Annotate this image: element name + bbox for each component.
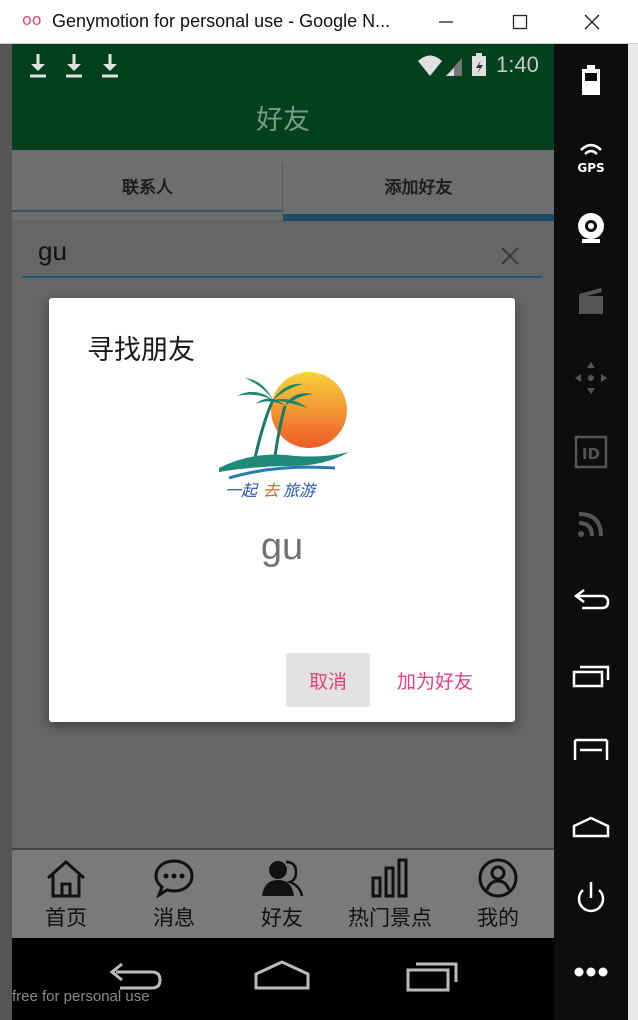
nav-label-home: 首页 (45, 906, 87, 930)
rss-widget-button[interactable] (554, 494, 628, 554)
add-friend-button[interactable]: 加为好友 (383, 653, 487, 707)
svg-text:一起: 一起 (225, 481, 259, 500)
svg-text:去: 去 (263, 481, 280, 500)
minimize-button[interactable] (414, 0, 478, 44)
genymotion-logo-icon: oo (22, 10, 42, 29)
dpad-widget-button[interactable] (554, 348, 628, 408)
message-icon (154, 859, 194, 899)
menu-icon (573, 738, 609, 760)
desktop-background-left (0, 44, 12, 1020)
nav-label-hot-spots: 热门景点 (348, 906, 432, 930)
nav-label-profile: 我的 (477, 906, 519, 930)
more-options-button[interactable] (554, 942, 628, 1002)
friends-icon (262, 860, 304, 897)
svg-text:GPS: GPS (577, 161, 604, 175)
watermark-text: free for personal use (12, 988, 150, 1005)
device-id-widget-button[interactable]: ID (554, 422, 628, 482)
find-friend-dialog: 寻找朋友 一起 去 旅游 gu 取消 加为好友 (49, 298, 515, 722)
rss-icon (578, 512, 603, 537)
power-button[interactable] (554, 868, 628, 928)
screencast-widget-button[interactable] (554, 270, 628, 330)
nav-item-profile[interactable]: 我的 (444, 850, 552, 940)
page-title: 好友 (256, 105, 310, 136)
gps-widget-button[interactable]: GPS (554, 126, 628, 186)
battery-icon (582, 65, 600, 95)
home-outline-icon (572, 816, 610, 838)
active-tab-indicator (283, 214, 554, 221)
download-notification-icons (30, 54, 118, 78)
side-back-button[interactable] (554, 570, 628, 630)
minimize-icon (439, 21, 453, 23)
bar-chart-icon (371, 858, 408, 898)
tab-underline (12, 210, 283, 212)
recent-apps-button-icon[interactable] (404, 958, 462, 994)
side-recent-apps-button[interactable] (554, 646, 628, 706)
tab-add-friend[interactable]: 添加好友 (283, 150, 554, 220)
battery-widget-button[interactable] (554, 50, 628, 110)
dialog-title: 寻找朋友 (87, 335, 195, 366)
profile-icon (478, 858, 518, 898)
cancel-button[interactable]: 取消 (286, 653, 370, 707)
home-icon (47, 859, 85, 898)
genymotion-side-panel: GPS ID (554, 44, 628, 1020)
phone-screen: 1:40 好友 联系人 添加好友 gu 寻找朋友 一起 去 旅游 gu 取消 加… (12, 44, 554, 1020)
bottom-navigation: 首页 消息 好友 热门景点 我的 (12, 848, 554, 938)
wifi-signal-battery-icons (418, 53, 486, 76)
clapperboard-icon (579, 288, 603, 314)
nav-item-hot-spots[interactable]: 热门景点 (336, 850, 444, 940)
more-dots-icon (574, 967, 608, 977)
maximize-button[interactable] (488, 0, 552, 44)
search-input-value: gu (38, 236, 67, 266)
svg-text:ID: ID (582, 445, 600, 463)
android-navigation-bar (12, 938, 554, 1020)
nav-label-friends: 好友 (261, 906, 303, 930)
webcam-icon (578, 213, 604, 243)
status-bar: 1:40 (12, 44, 554, 86)
gps-icon: GPS (577, 143, 605, 175)
side-home-button[interactable] (554, 796, 628, 856)
nav-item-home[interactable]: 首页 (12, 850, 120, 940)
id-icon: ID (574, 435, 608, 469)
webcam-widget-button[interactable] (554, 198, 628, 258)
maximize-icon (512, 14, 528, 30)
clear-search-icon[interactable] (498, 244, 522, 268)
found-username: gu (260, 526, 304, 568)
desktop-background-right (628, 44, 638, 1020)
home-button-icon[interactable] (254, 958, 310, 994)
window-title: Genymotion for personal use - Google N..… (52, 11, 391, 31)
close-window-button[interactable] (560, 0, 624, 44)
recent-apps-icon (572, 665, 610, 688)
svg-text:旅游: 旅游 (283, 481, 318, 500)
search-input[interactable]: gu (22, 230, 542, 278)
nav-label-messages: 消息 (153, 906, 195, 930)
app-logo-icon: 一起 去 旅游 (219, 372, 349, 500)
window-titlebar: oo Genymotion for personal use - Google … (0, 0, 638, 44)
nav-item-messages[interactable]: 消息 (120, 850, 228, 940)
back-arrow-icon (573, 589, 610, 610)
close-icon (584, 14, 600, 30)
status-clock: 1:40 (496, 52, 539, 77)
power-icon (577, 882, 605, 913)
nav-item-friends[interactable]: 好友 (228, 850, 336, 940)
side-menu-button[interactable] (554, 720, 628, 780)
dpad-icon (575, 362, 607, 394)
